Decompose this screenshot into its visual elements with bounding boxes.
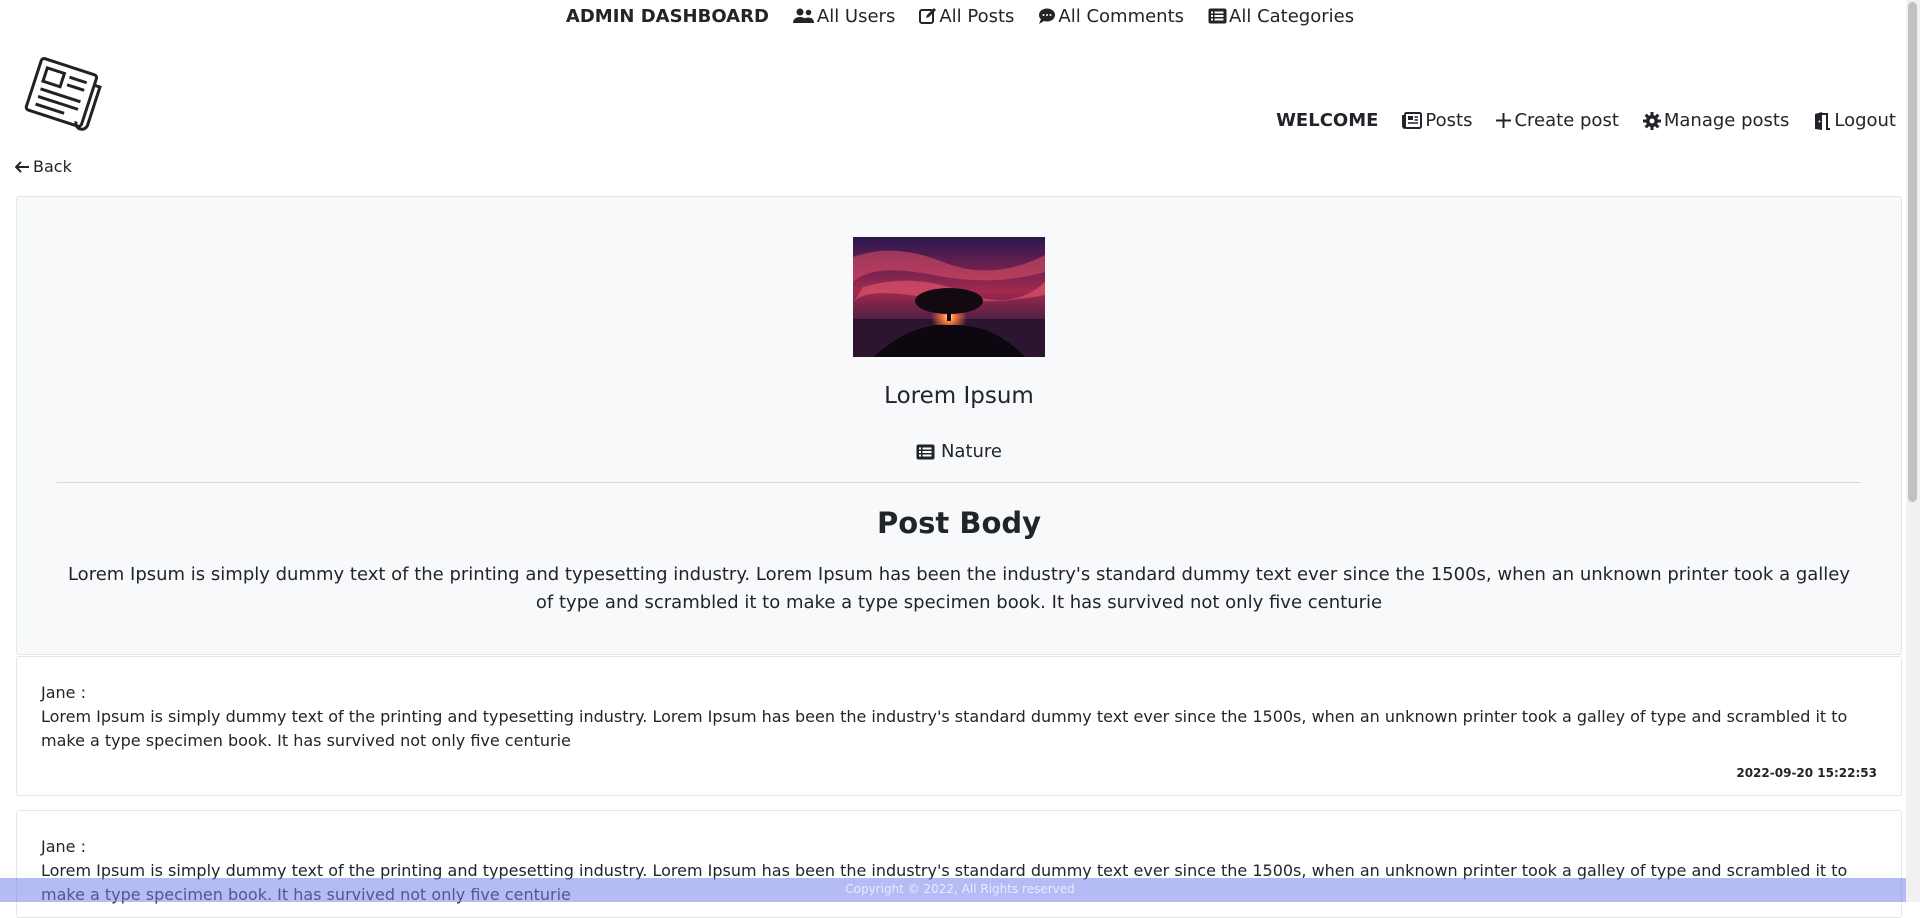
all-categories-label: All Categories [1229, 5, 1355, 27]
edit-icon [919, 7, 937, 25]
post-category-label: Nature [940, 441, 1003, 462]
create-post-label: Create post [1514, 110, 1619, 131]
logout-link[interactable]: Logout [1813, 110, 1896, 131]
all-comments-label: All Comments [1058, 5, 1185, 27]
comment-date: 2022-09-20 15:22:53 [1736, 766, 1877, 780]
comment-card: Jane : Lorem Ipsum is simply dummy text … [16, 656, 1902, 796]
footer: Copyright © 2022, All Rights reserved [0, 878, 1920, 902]
comment-author: Jane : [41, 837, 86, 856]
comment-text: Lorem Ipsum is simply dummy text of the … [41, 707, 1848, 750]
manage-posts-label: Manage posts [1663, 110, 1790, 131]
all-categories-link[interactable]: All Categories [1208, 6, 1354, 27]
all-posts-label: All Posts [939, 5, 1015, 27]
list-icon [916, 444, 935, 460]
back-link[interactable]: Back [15, 157, 72, 176]
plus-icon [1496, 113, 1512, 128]
post-category[interactable]: Nature [17, 441, 1901, 462]
divider [57, 482, 1861, 483]
create-post-link[interactable]: Create post [1496, 110, 1619, 131]
logout-label: Logout [1834, 110, 1896, 131]
comments-icon [1038, 7, 1056, 25]
welcome-text: WELCOME [1276, 110, 1379, 131]
scrollbar[interactable] [1906, 0, 1920, 902]
scrollbar-thumb[interactable] [1908, 2, 1917, 502]
all-posts-link[interactable]: All Posts [919, 6, 1014, 27]
admin-dashboard-title: ADMIN DASHBOARD [565, 5, 769, 27]
door-icon [1813, 111, 1831, 130]
list-icon [1208, 8, 1227, 24]
post-card: Lorem Ipsum Nature Post Body Lorem Ipsum… [16, 196, 1902, 655]
all-users-link[interactable]: All Users [792, 5, 896, 27]
arrow-left-icon [15, 160, 29, 173]
user-navbar: WELCOME Posts Create post Manage posts L… [1276, 110, 1896, 131]
users-icon [792, 7, 815, 25]
post-title: Lorem Ipsum [884, 383, 1034, 409]
post-body-heading: Post Body [876, 506, 1042, 540]
all-comments-link[interactable]: All Comments [1038, 6, 1184, 27]
site-header: WELCOME Posts Create post Manage posts L… [0, 30, 1920, 140]
posts-link[interactable]: Posts [1402, 110, 1472, 131]
manage-posts-link[interactable]: Manage posts [1642, 110, 1790, 131]
post-image [853, 237, 1045, 357]
back-label: Back [33, 157, 72, 176]
newspaper-icon[interactable] [20, 52, 106, 136]
comment-author: Jane : [41, 683, 86, 702]
all-users-label: All Users [816, 5, 896, 27]
post-body-text: Lorem Ipsum is simply dummy text of the … [67, 564, 1851, 613]
newspaper-icon [1402, 112, 1423, 129]
gear-icon [1642, 111, 1661, 130]
admin-navbar: ADMIN DASHBOARD All Users All Posts All … [0, 0, 1920, 30]
posts-label: Posts [1425, 110, 1473, 131]
